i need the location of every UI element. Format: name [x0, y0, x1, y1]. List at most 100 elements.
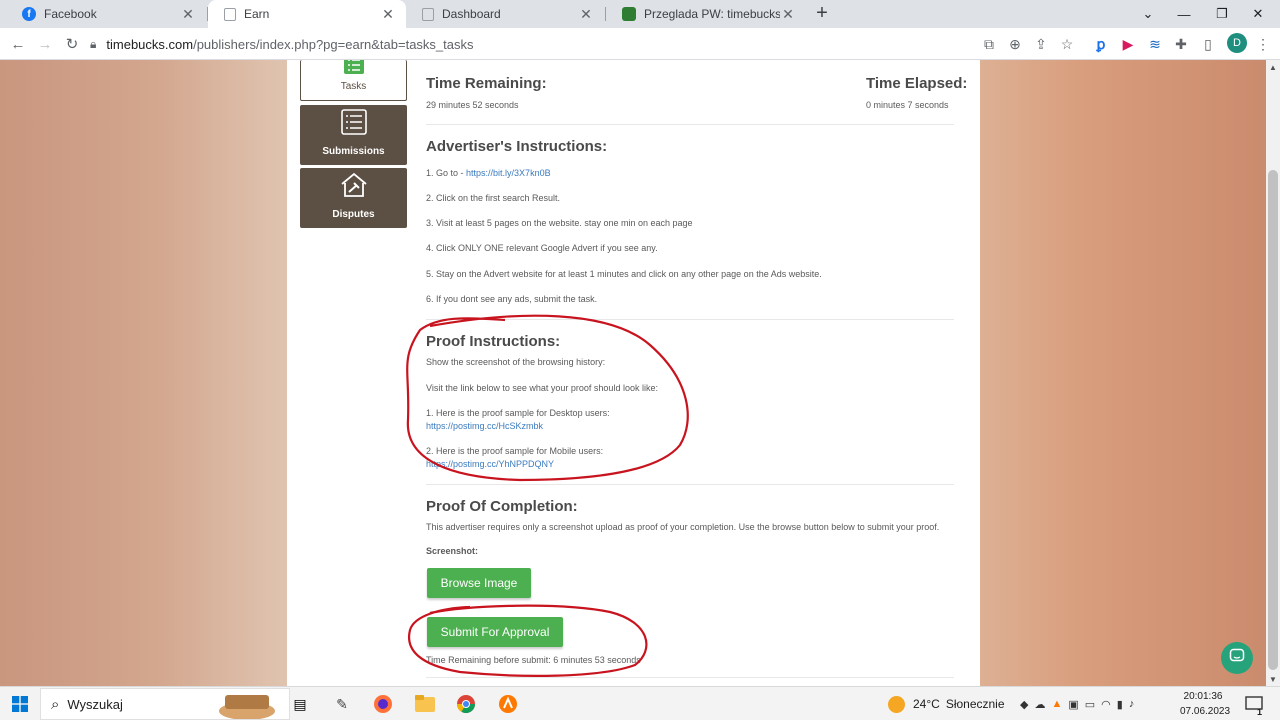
file-explorer-icon[interactable] [415, 694, 435, 714]
task-view-icon[interactable]: ▤ [290, 694, 310, 714]
address-bar[interactable]: 🔒︎ timebucks.com/publishers/index.php?pg… [90, 32, 1090, 56]
bookmark-star-icon[interactable]: ☆ [1057, 34, 1077, 54]
tasks-list-icon [343, 60, 364, 77]
instruction-step-3: 3. Visit at least 5 pages on the website… [426, 218, 693, 228]
tab-title: Earn [244, 7, 270, 21]
app-pen-icon[interactable]: ✎ [332, 694, 352, 714]
submit-timer: Time Remaining before submit: 6 minutes … [426, 655, 641, 665]
volume-icon[interactable]: ♪ [1129, 698, 1135, 710]
tab-title: Przeglada PW: timebucks [644, 7, 780, 21]
windows-taskbar: ⌕ Wyszukaj ▤ ✎ 24°C Słonecznie ◆ ☁ ▲ ▣ ▭… [0, 686, 1280, 720]
side-panel-icon[interactable]: ▯ [1198, 34, 1218, 54]
step-1-link[interactable]: https://bit.ly/3X7kn0B [466, 168, 551, 178]
chrome-icon[interactable] [456, 694, 476, 714]
battery-icon[interactable]: ▮ [1117, 698, 1123, 711]
menu-kebab-icon[interactable]: ⋮ [1253, 34, 1273, 54]
sidebar-disputes[interactable]: Disputes [300, 168, 407, 228]
instruction-step-2: 2. Click on the first search Result. [426, 193, 561, 203]
avast-tray-icon[interactable]: ▲ [1051, 698, 1062, 710]
browse-image-button[interactable]: Browse Image [427, 568, 531, 598]
completion-text: This advertiser requires only a screensh… [426, 522, 940, 532]
sidebar-tasks[interactable]: Tasks [300, 60, 407, 101]
sun-icon [888, 695, 905, 713]
scroll-down-arrow-icon[interactable]: ▼ [1266, 672, 1280, 686]
chevron-down-icon[interactable]: ⌄ [1130, 0, 1166, 28]
weather-widget[interactable]: 24°C Słonecznie [888, 687, 1005, 720]
tab-title: Dashboard [442, 7, 501, 21]
firefox-icon[interactable] [373, 694, 393, 714]
screenshot-label: Screenshot: [426, 546, 479, 556]
divider [426, 677, 954, 678]
url-host: timebucks.com [106, 36, 194, 52]
chat-button[interactable] [1221, 642, 1253, 674]
close-icon[interactable]: ✕ [578, 6, 594, 22]
chat-bubble-icon [1229, 648, 1245, 669]
weather-text: Słonecznie [945, 697, 1005, 711]
tray-app-icon[interactable]: ◆ [1020, 698, 1028, 711]
sidebar-tasks-label: Tasks [340, 81, 367, 92]
avast-app-icon[interactable] [498, 694, 518, 714]
instruction-step-4: 4. Click ONLY ONE relevant Google Advert… [426, 243, 658, 253]
profile-avatar[interactable]: D [1227, 33, 1247, 53]
minimize-button[interactable]: — [1166, 0, 1202, 28]
proof-line-1: Show the screenshot of the browsing hist… [426, 357, 606, 367]
windows-start-icon[interactable] [12, 696, 28, 712]
tab-strip: f Facebook ✕ Earn ✕ Dashboard ✕ Przeglad… [0, 0, 1280, 28]
reload-button[interactable]: ↻ [62, 34, 82, 54]
system-clock[interactable]: 20:01:36 07.06.2023 [1180, 689, 1231, 719]
extension-play-icon[interactable]: ▶ [1118, 34, 1138, 54]
close-icon[interactable]: ✕ [780, 6, 796, 22]
extension-layers-icon[interactable]: ≋ [1145, 34, 1165, 54]
translate-icon[interactable]: ⧉ [979, 34, 999, 54]
taskbar-search-placeholder: Wyszukaj [67, 696, 123, 712]
sidebar-submissions-label: Submissions [322, 146, 385, 157]
share-icon[interactable]: ⇪ [1031, 34, 1051, 54]
notification-count-badge: 1 [1257, 707, 1263, 717]
tab-timebucks[interactable]: Przeglada PW: timebucks ✕ [606, 0, 806, 28]
close-window-button[interactable]: ✕ [1240, 0, 1276, 28]
proof-mobile-text: 2. Here is the proof sample for Mobile u… [426, 446, 604, 456]
clock-date: 07.06.2023 [1180, 706, 1231, 717]
dashboard-icon [422, 7, 434, 21]
clipboard-icon[interactable]: ▭ [1085, 698, 1095, 711]
scroll-thumb[interactable] [1268, 170, 1278, 670]
time-remaining-value: 29 minutes 52 seconds [426, 100, 519, 110]
close-icon[interactable]: ✕ [180, 6, 196, 22]
time-elapsed-value: 0 minutes 7 seconds [866, 100, 949, 110]
close-icon[interactable]: ✕ [380, 6, 396, 22]
tab-earn[interactable]: Earn ✕ [208, 0, 406, 28]
tab-dashboard[interactable]: Dashboard ✕ [406, 0, 604, 28]
proof-desktop-link[interactable]: https://postimg.cc/HcSKzmbk [426, 421, 543, 431]
extensions-puzzle-icon[interactable]: ✚ [1171, 34, 1191, 54]
restore-button[interactable]: ❐ [1204, 0, 1240, 28]
page-scrollbar[interactable]: ▲ ▼ [1266, 60, 1280, 686]
system-tray: ◆ ☁ ▲ ▣ ▭ ◠ ▮ ♪ [1020, 687, 1134, 720]
proof-desktop-text: 1. Here is the proof sample for Desktop … [426, 408, 610, 418]
time-elapsed-label: Time Elapsed: [866, 75, 968, 92]
url-path: /publishers/index.php?pg=earn&tab=tasks_… [193, 36, 474, 52]
divider [426, 484, 954, 485]
back-button[interactable]: ← [8, 34, 28, 54]
tray-window-icon[interactable]: ▣ [1068, 698, 1078, 711]
zoom-icon[interactable]: ⊕ [1005, 34, 1025, 54]
search-icon: ⌕ [51, 695, 60, 713]
proof-mobile-link[interactable]: https://postimg.cc/YhNPPDQNY [426, 459, 554, 469]
step-1-prefix: 1. Go to - [426, 168, 467, 178]
sidebar-submissions[interactable]: Submissions [300, 105, 407, 165]
scroll-up-arrow-icon[interactable]: ▲ [1266, 60, 1280, 74]
forward-button[interactable]: → [35, 34, 55, 54]
search-highlight-image-icon[interactable] [215, 694, 279, 719]
lock-icon[interactable]: 🔒︎ [90, 37, 96, 52]
page-icon [224, 7, 236, 21]
submit-for-approval-button[interactable]: Submit For Approval [427, 617, 563, 647]
proof-instructions-heading: Proof Instructions: [426, 333, 561, 350]
onedrive-icon[interactable]: ☁ [1034, 698, 1045, 711]
wifi-icon[interactable]: ◠ [1101, 698, 1111, 711]
extension-p-icon[interactable]: ꝑ [1091, 34, 1111, 54]
proof-line-2: Visit the link below to see what your pr… [426, 383, 658, 393]
new-tab-button[interactable]: + [812, 3, 832, 24]
divider [426, 319, 954, 320]
submissions-list-icon [340, 109, 367, 138]
sidebar-disputes-label: Disputes [332, 209, 375, 220]
tab-facebook[interactable]: f Facebook ✕ [6, 0, 206, 28]
